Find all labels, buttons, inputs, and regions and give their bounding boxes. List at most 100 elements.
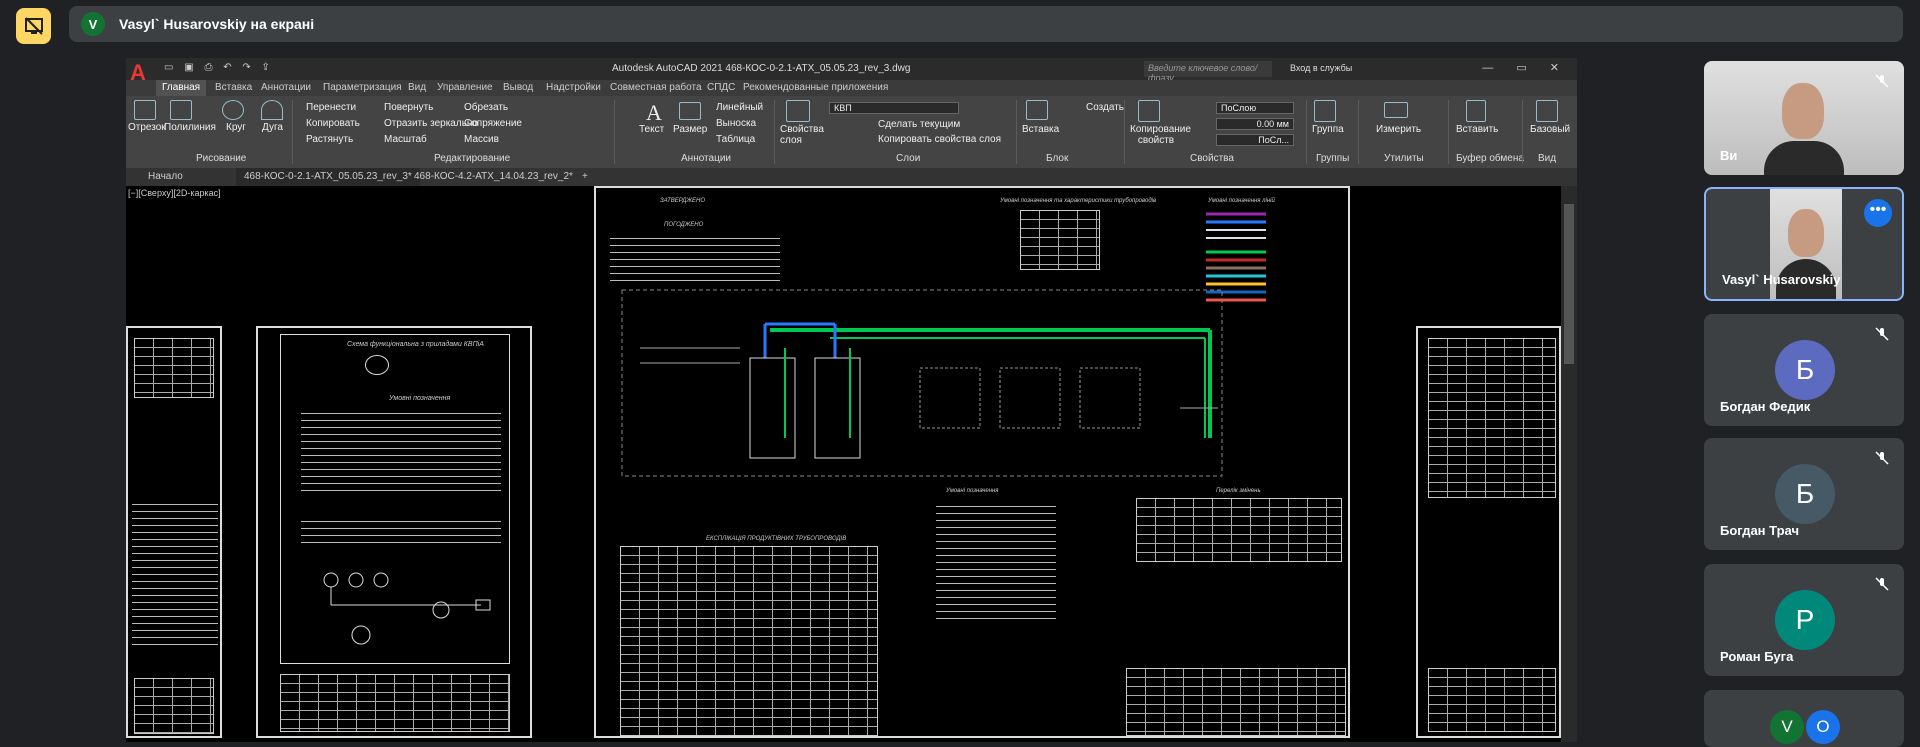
vertical-scrollbar[interactable] — [1561, 186, 1577, 742]
text-button[interactable]: Текст — [639, 124, 664, 135]
doc-tab-start[interactable]: Начало — [140, 168, 191, 186]
presentation-icon[interactable] — [16, 8, 51, 44]
circle-tool-icon[interactable] — [222, 100, 244, 120]
layers-group-label[interactable]: Слои — [896, 153, 920, 164]
ribbon-tab[interactable]: Рекомендованные приложения — [743, 82, 888, 93]
scrollbar-thumb[interactable] — [1564, 204, 1574, 364]
viewport-label[interactable]: [−][Сверху][2D-каркас] — [128, 188, 221, 198]
paste-button[interactable]: Вставить — [1456, 124, 1498, 135]
modify-group-label[interactable]: Редактирование — [434, 153, 510, 164]
ribbon-tab[interactable]: Управление — [437, 82, 493, 93]
process-schematic — [621, 289, 1223, 477]
polyline-tool-icon[interactable] — [170, 100, 192, 120]
properties-group-label[interactable]: Свойства — [1190, 153, 1234, 164]
conventions-list — [936, 500, 1056, 620]
groups-group-label[interactable]: Группы — [1316, 153, 1349, 164]
participant-tile[interactable]: Б Богдан Федик — [1704, 314, 1904, 426]
ribbon-tab[interactable]: Главная — [156, 80, 207, 96]
ribbon-tab[interactable]: СПДС — [707, 82, 735, 93]
ribbon-tab[interactable]: Надстройки — [546, 82, 601, 93]
dimension-button[interactable]: Размер — [673, 124, 707, 135]
participant-tile-self[interactable]: Ви — [1704, 61, 1904, 175]
keyword-search-input[interactable]: Введите ключевое слово/фразу — [1144, 61, 1272, 83]
group-icon[interactable] — [1314, 100, 1336, 122]
separator — [292, 100, 293, 164]
ribbon-tab[interactable]: Совместная работа — [610, 82, 702, 93]
window-controls[interactable]: — ▭ ✕ — [1482, 61, 1569, 74]
dimension-tool-icon[interactable] — [679, 102, 701, 120]
ribbon-tab[interactable]: Вид — [408, 82, 426, 93]
make-current-button[interactable]: Сделать текущим — [878, 119, 960, 130]
stretch-button[interactable]: Растянуть — [306, 134, 353, 145]
group-button[interactable]: Группа — [1312, 124, 1344, 135]
insert-block-icon[interactable] — [1026, 100, 1048, 120]
approval-lines — [610, 232, 780, 282]
line-tool-icon[interactable] — [134, 100, 156, 120]
drawing-canvas[interactable]: [−][Сверху][2D-каркас] Схема функціональ… — [126, 186, 1577, 742]
table-button[interactable]: Таблица — [716, 134, 755, 145]
clipboard-group-label[interactable]: Буфер обмена — [1456, 153, 1524, 164]
ribbon-tab[interactable]: Вывод — [503, 82, 533, 93]
mic-off-icon — [1875, 577, 1889, 591]
annotation-group-label[interactable]: Аннотации — [681, 153, 731, 164]
participant-tile-presenter[interactable]: ••• Vasyl` Husarovskiy — [1704, 187, 1904, 301]
more-options-icon[interactable]: ••• — [1864, 199, 1892, 227]
leader-button[interactable]: Выноска — [716, 118, 756, 129]
window-title: Autodesk AutoCAD 2021 468-КОС-0-2.1-АТХ_… — [612, 63, 911, 74]
new-tab-icon[interactable]: + — [574, 168, 596, 186]
title-block — [134, 678, 214, 734]
layer-properties-button[interactable]: Свойства слоя — [780, 124, 824, 146]
title-block — [1428, 668, 1556, 732]
overflow-participants-tile[interactable]: V O — [1704, 690, 1904, 747]
layer-properties-icon[interactable] — [786, 100, 810, 122]
doc-tab[interactable]: 468-КОС-4.2-АТХ_14.04.23_rev_2* — [406, 168, 581, 186]
measure-icon[interactable] — [1384, 102, 1408, 118]
trim-button[interactable]: Обрезать — [464, 102, 508, 113]
current-layer-select[interactable]: КВП — [829, 102, 959, 114]
participant-tile[interactable]: Б Богдан Трач — [1704, 438, 1904, 550]
view-group-label[interactable]: Вид — [1538, 153, 1556, 164]
linear-dim-button[interactable]: Линейный — [716, 102, 763, 113]
text-tool-icon[interactable]: A — [646, 100, 662, 126]
base-view-button[interactable]: Базовый — [1530, 124, 1570, 135]
block-group-label[interactable]: Блок — [1046, 153, 1068, 164]
scale-button[interactable]: Масштаб — [384, 134, 427, 145]
copy-button[interactable]: Копировать — [306, 118, 360, 129]
base-view-icon[interactable] — [1536, 100, 1558, 122]
create-block-button[interactable]: Создать — [1086, 102, 1124, 113]
move-button[interactable]: Перенести — [306, 102, 356, 113]
ribbon-tabs: Главная Вставка Аннотации Параметризация… — [126, 80, 1577, 96]
ribbon-tab[interactable]: Параметризация — [323, 82, 402, 93]
measure-button[interactable]: Измерить — [1376, 124, 1421, 135]
linetype-select[interactable]: ПоСл... — [1216, 134, 1294, 146]
insert-block-button[interactable]: Вставка — [1022, 124, 1059, 135]
arc-button[interactable]: Дуга — [262, 122, 283, 133]
paste-icon[interactable] — [1466, 100, 1486, 122]
polyline-button[interactable]: Полилиния — [164, 122, 216, 133]
ribbon-tab[interactable]: Вставка — [215, 82, 252, 93]
arc-tool-icon[interactable] — [261, 100, 283, 120]
color-select[interactable]: ПоСлою — [1216, 102, 1294, 114]
match-layer-button[interactable]: Копировать свойства слоя — [878, 134, 1001, 145]
legend-frame: Схема функціональна з приладами КВПіА Ум… — [280, 334, 510, 664]
participant-tile[interactable]: Р Роман Буга — [1704, 564, 1904, 676]
match-properties-button[interactable]: Копирование свойств — [1130, 124, 1191, 146]
fillet-button[interactable]: Сопряжение — [464, 118, 522, 129]
ribbon-tab[interactable]: Аннотации — [261, 82, 311, 93]
doc-tab-active[interactable]: 468-КОС-0-2.1-АТХ_05.05.23_rev_3* — [236, 168, 420, 186]
circle-button[interactable]: Круг — [226, 122, 246, 133]
line-button[interactable]: Отрезок — [128, 122, 166, 133]
quick-access-toolbar[interactable]: ▭ ▣ ⎙ ↶ ↷ ⇪ — [164, 62, 274, 73]
lineweight-select[interactable]: 0.00 мм — [1216, 118, 1294, 130]
array-button[interactable]: Массив — [464, 134, 499, 145]
match-properties-icon[interactable] — [1138, 100, 1160, 122]
utilities-group-label[interactable]: Утилиты — [1384, 153, 1424, 164]
participant-name: Роман Буга — [1720, 649, 1794, 664]
person-body — [1764, 141, 1844, 175]
rotate-button[interactable]: Повернуть — [384, 102, 433, 113]
person-head — [1788, 209, 1824, 257]
draw-group-label[interactable]: Рисование — [196, 153, 246, 164]
document-tabs: Начало 468-КОС-0-2.1-АТХ_05.05.23_rev_3*… — [126, 168, 1577, 186]
sign-in-button[interactable]: Вход в службы — [1290, 63, 1352, 73]
ribbon-panel: Отрезок Полилиния Круг Дуга Рисование Пе… — [126, 96, 1577, 168]
